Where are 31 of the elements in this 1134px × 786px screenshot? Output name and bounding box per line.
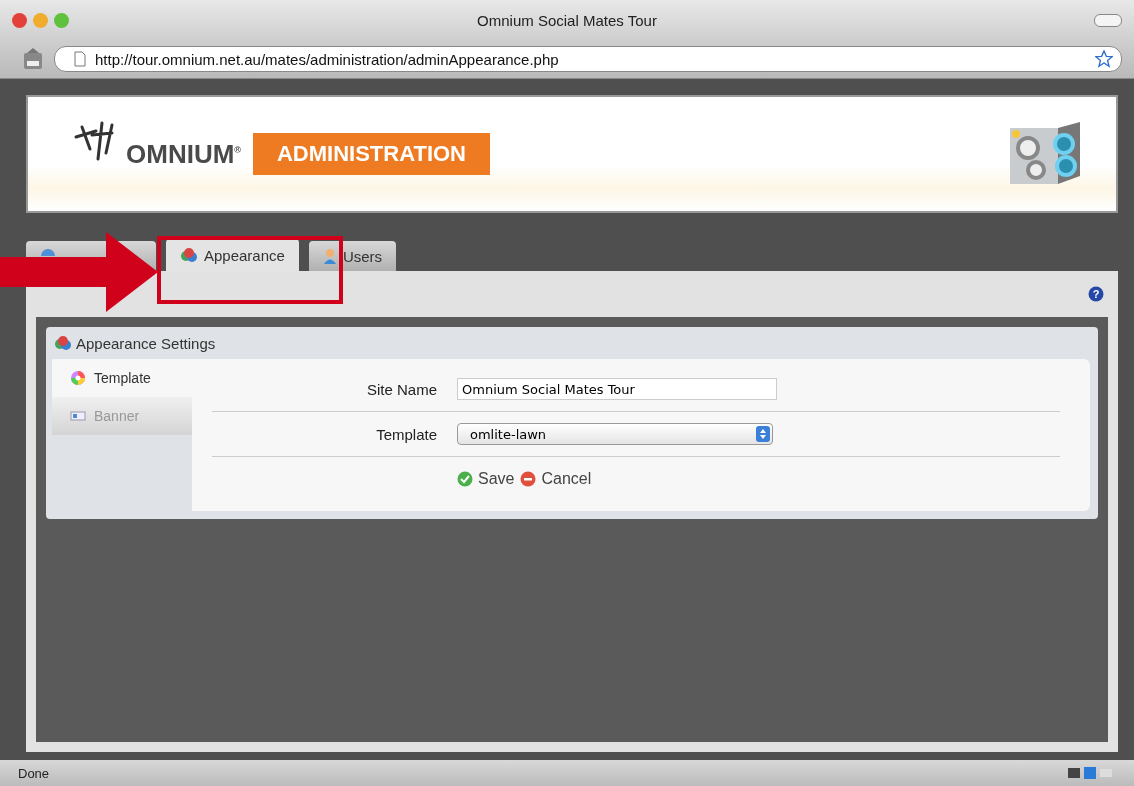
color-balls-icon: [54, 335, 72, 351]
globe-icon: [40, 248, 56, 256]
bookmark-tag-icon[interactable]: [22, 47, 44, 71]
administration-label: ADMINISTRATION: [252, 133, 490, 175]
panel-title: Appearance Settings: [76, 334, 216, 352]
field-label: Site Name: [365, 380, 438, 398]
site-name-field[interactable]: Omnium Social Mates Tour: [457, 378, 777, 400]
status-text: Done: [18, 765, 50, 781]
action-button[interactable]: Cancel: [520, 470, 592, 488]
toolbar-toggle-button[interactable]: [1094, 13, 1122, 27]
template-dropdown[interactable]: omlite-lawn: [457, 423, 773, 445]
tab[interactable]: Appearance: [166, 239, 299, 271]
banner-image-icon: [70, 410, 86, 422]
window-title: Omnium Social Mates Tour: [477, 11, 657, 29]
close-button[interactable]: [12, 12, 27, 28]
user-icon: [322, 248, 337, 264]
field-label: Template: [375, 425, 438, 443]
omnium-logo: OMNIUM$^{®}$: [126, 138, 241, 170]
color-balls-icon: [180, 247, 198, 263]
star-icon[interactable]: [1095, 50, 1113, 68]
check-icon: [457, 471, 473, 487]
help-icon[interactable]: ?: [1088, 286, 1104, 302]
side-tab[interactable]: Template: [52, 359, 192, 397]
color-wheel-icon: [70, 370, 86, 386]
action-button[interactable]: Save: [457, 470, 515, 488]
zoom-button[interactable]: [54, 12, 69, 28]
page-icon: [73, 51, 87, 67]
stepper-icon: [756, 426, 770, 442]
minus-icon: [520, 471, 537, 487]
address-field[interactable]: http://tour.omnium.net.au/mates/administration/adminAppearance.php: [54, 46, 1122, 72]
tab[interactable]: Users: [308, 241, 397, 271]
